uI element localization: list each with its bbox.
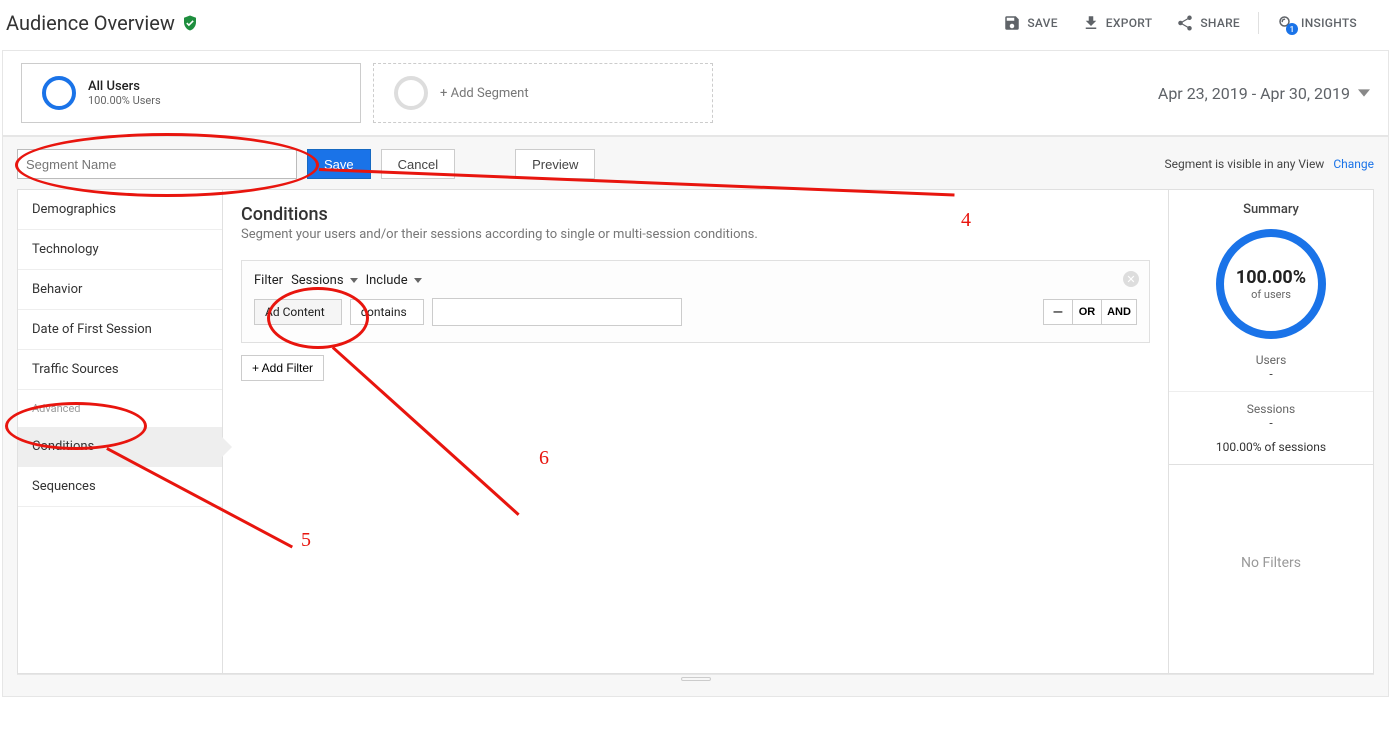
segment-info: All Users 100.00% Users: [88, 79, 161, 107]
page-title: Audience Overview: [6, 11, 175, 35]
segment-title: All Users: [88, 79, 161, 94]
sidenav-item-traffic-sources[interactable]: Traffic Sources: [18, 350, 222, 390]
add-filter-button[interactable]: + Add Filter: [241, 355, 324, 381]
no-filters-label: No Filters: [1169, 464, 1373, 661]
header-divider: [1258, 12, 1259, 34]
conditions-pane: Conditions Segment your users and/or the…: [223, 190, 1168, 673]
sidenav-item-behavior[interactable]: Behavior: [18, 270, 222, 310]
sidenav-item-first-session[interactable]: Date of First Session: [18, 310, 222, 350]
condition-value-input[interactable]: [432, 298, 682, 326]
date-range-text: Apr 23, 2019 - Apr 30, 2019: [1158, 84, 1350, 103]
segment-sub: 100.00% Users: [88, 94, 161, 107]
export-icon: [1082, 14, 1100, 32]
segment-circle-icon: [42, 76, 76, 110]
users-value: -: [1179, 367, 1363, 381]
save-label: SAVE: [1027, 16, 1057, 30]
users-label: Users: [1179, 353, 1363, 367]
donut-percent: 100.00%: [1236, 267, 1306, 288]
segment-bar: All Users 100.00% Users + Add Segment Ap…: [2, 50, 1389, 136]
filter-header: Filter Sessions Include: [254, 273, 1137, 288]
visibility-text: Segment is visible in any View: [1164, 157, 1324, 171]
sessions-percent: 100.00% of sessions: [1179, 440, 1363, 454]
insights-icon: 1: [1277, 14, 1295, 32]
and-button[interactable]: AND: [1101, 299, 1137, 325]
resize-handle[interactable]: [17, 674, 1374, 682]
conditions-subtitle: Segment your users and/or their sessions…: [241, 227, 1150, 242]
share-label: SHARE: [1200, 16, 1240, 30]
sessions-value: -: [1179, 416, 1363, 430]
sessions-label: Sessions: [1179, 402, 1363, 416]
segment-visibility: Segment is visible in any View Change: [1164, 157, 1374, 171]
save-icon: [1003, 14, 1021, 32]
sidenav-advanced-label: Advanced: [18, 390, 222, 427]
insights-label: INSIGHTS: [1301, 16, 1357, 30]
remove-filter-icon[interactable]: ✕: [1123, 271, 1139, 287]
sidenav-item-demographics[interactable]: Demographics: [18, 190, 222, 230]
summary-pane: Summary 100.00% of users Users - Session…: [1168, 190, 1373, 673]
or-button[interactable]: OR: [1072, 299, 1102, 325]
export-label: EXPORT: [1106, 16, 1153, 30]
remove-row-button[interactable]: –: [1043, 299, 1073, 325]
export-action[interactable]: EXPORT: [1072, 8, 1163, 38]
filter-row: Ad Content contains – OR AND: [254, 298, 1137, 326]
segment-circle-placeholder-icon: [394, 76, 428, 110]
save-button[interactable]: Save: [307, 149, 371, 179]
filter-include-dropdown[interactable]: Include: [366, 273, 422, 288]
donut-sublabel: of users: [1251, 288, 1291, 301]
insights-badge: 1: [1286, 23, 1298, 35]
filter-label: Filter: [254, 273, 283, 288]
sidenav-item-technology[interactable]: Technology: [18, 230, 222, 270]
summary-donut-chart: 100.00% of users: [1216, 229, 1326, 339]
insights-action[interactable]: 1 INSIGHTS: [1267, 8, 1367, 38]
save-action[interactable]: SAVE: [993, 8, 1067, 38]
add-segment-card[interactable]: + Add Segment: [373, 63, 713, 123]
chevron-down-icon: [1358, 84, 1370, 103]
summary-title: Summary: [1179, 202, 1363, 217]
builder-body: Demographics Technology Behavior Date of…: [17, 189, 1374, 674]
header-left: Audience Overview: [6, 11, 199, 35]
builder-toolbar: Save Cancel Preview Segment is visible i…: [17, 149, 1374, 189]
segment-all-users[interactable]: All Users 100.00% Users: [21, 63, 361, 123]
dimension-dropdown[interactable]: Ad Content: [254, 299, 342, 325]
page-header: Audience Overview SAVE EXPORT SHARE 1 IN…: [0, 0, 1391, 50]
share-icon: [1176, 14, 1194, 32]
summary-divider: [1169, 391, 1373, 392]
sidenav-item-sequences[interactable]: Sequences: [18, 467, 222, 507]
chevron-down-icon: [414, 278, 422, 283]
filter-box: ✕ Filter Sessions Include Ad Content con…: [241, 260, 1150, 343]
shield-verified-icon: [181, 14, 199, 32]
sidenav-item-conditions[interactable]: Conditions: [18, 427, 222, 467]
row-operators: – OR AND: [1044, 299, 1137, 325]
operator-dropdown[interactable]: contains: [350, 299, 424, 325]
cancel-button[interactable]: Cancel: [381, 149, 455, 179]
preview-button[interactable]: Preview: [515, 149, 595, 179]
segment-name-input[interactable]: [17, 149, 297, 179]
share-action[interactable]: SHARE: [1166, 8, 1250, 38]
header-actions: SAVE EXPORT SHARE 1 INSIGHTS: [993, 8, 1367, 38]
add-segment-label: + Add Segment: [440, 86, 529, 101]
filter-scope-dropdown[interactable]: Sessions: [291, 273, 358, 288]
date-range-picker[interactable]: Apr 23, 2019 - Apr 30, 2019: [1158, 84, 1370, 103]
visibility-change-link[interactable]: Change: [1333, 157, 1374, 171]
segment-builder: Save Cancel Preview Segment is visible i…: [2, 136, 1389, 697]
chevron-down-icon: [350, 278, 358, 283]
builder-sidenav: Demographics Technology Behavior Date of…: [18, 190, 223, 673]
conditions-title: Conditions: [241, 204, 1150, 225]
